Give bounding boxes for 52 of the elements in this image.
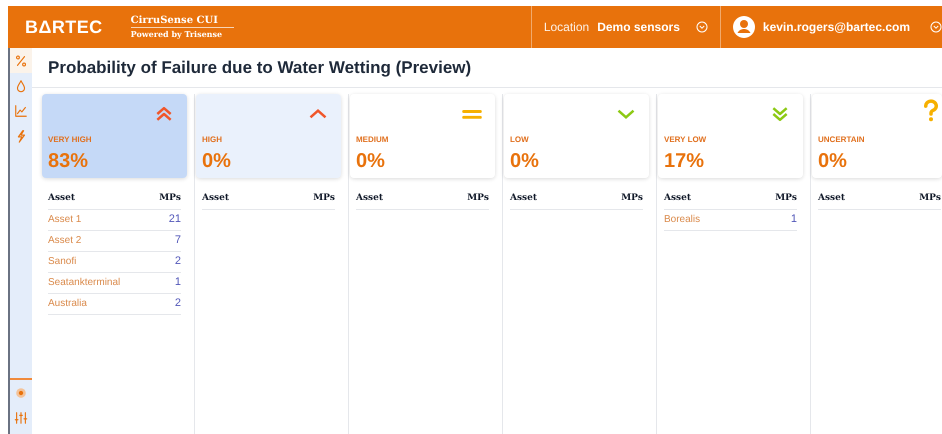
column-header: MPs — [159, 192, 181, 205]
sliders-icon — [14, 410, 28, 424]
asset-link[interactable]: Sanofi — [48, 254, 76, 269]
column-header: MPs — [919, 192, 941, 205]
risk-percentage: 0% — [818, 150, 848, 172]
user-menu[interactable]: kevin.rogers@bartec.com — [720, 6, 942, 48]
sidebar-item[interactable] — [10, 48, 32, 73]
risk-level-label: HIGH — [202, 134, 223, 146]
mps-count: 1 — [790, 212, 797, 228]
column-header: MPs — [313, 192, 335, 205]
risk-level-label: VERY HIGH — [48, 134, 93, 146]
column-header: Asset — [356, 192, 383, 205]
column-header: Asset — [202, 192, 229, 205]
column-header: MPs — [467, 192, 489, 205]
risk-level-label: VERY LOW — [664, 134, 708, 146]
column-header: Asset — [48, 192, 75, 205]
chevron-down-icon — [930, 21, 942, 33]
risk-percentage: 0% — [202, 150, 232, 172]
risk-level-label: LOW — [510, 134, 530, 146]
column-header: MPs — [621, 192, 643, 205]
user-avatar-icon — [732, 16, 755, 38]
mps-count: 2 — [174, 254, 181, 270]
location-selector[interactable]: Location Demo sensors — [530, 6, 720, 48]
app-subtitle: Powered by Trisense — [130, 28, 224, 40]
asset-link[interactable]: Seatankterminal — [48, 275, 120, 290]
mps-count: 1 — [174, 275, 181, 290]
risk-percentage: 0% — [356, 150, 386, 172]
risk-level-label: UNCERTAIN — [818, 134, 866, 146]
asset-link[interactable]: Australia — [48, 296, 87, 311]
drop-icon — [14, 78, 28, 92]
cluster-icon — [14, 386, 28, 400]
app-name: CirruSense CUI — [130, 14, 234, 28]
column-header: Asset — [510, 192, 537, 205]
risk-percentage: 83% — [48, 150, 90, 172]
mps-count: 7 — [174, 233, 181, 248]
percent-icon — [14, 54, 28, 68]
chevron-down-icon — [696, 21, 708, 33]
risk-percentage: 0% — [510, 150, 540, 172]
risk-level-label: MEDIUM — [356, 134, 390, 146]
page-title: Probability of Failure due to Water Wetting (Preview) — [32, 48, 942, 88]
column-header: Asset — [818, 192, 845, 205]
mps-count: 2 — [174, 296, 181, 312]
column-header: Asset — [664, 192, 691, 205]
line-chart-icon — [14, 104, 28, 118]
mps-count: 21 — [168, 212, 181, 228]
asset-link[interactable]: Borealis — [664, 212, 700, 227]
question-mark-icon — [924, 98, 938, 123]
asset-link[interactable]: Asset 2 — [48, 233, 82, 248]
risk-percentage: 17% — [664, 150, 706, 172]
column-header: MPs — [775, 192, 797, 205]
logo: BΔRTEC — [25, 16, 103, 38]
asset-link[interactable]: Asset 1 — [48, 212, 82, 227]
